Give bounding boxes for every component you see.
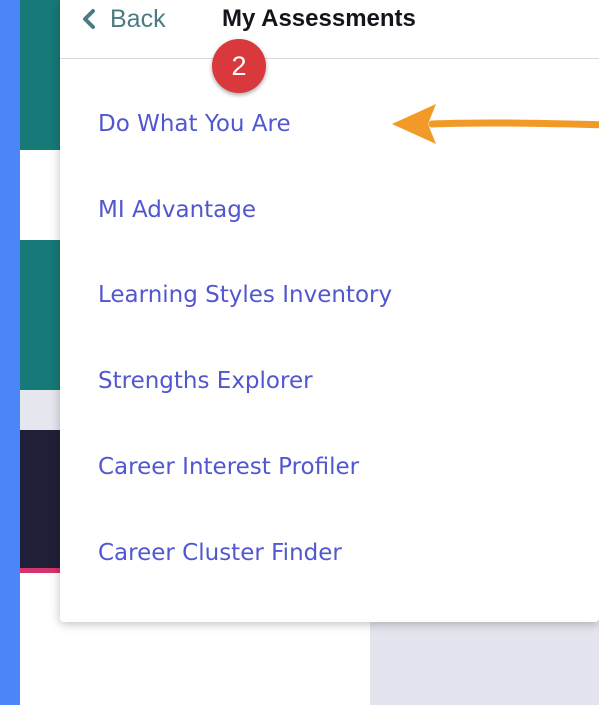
menu-item-do-what-you-are[interactable]: Do What You Are — [98, 107, 291, 141]
dropdown-header: Back My Assessments — [60, 0, 599, 59]
step-number-badge: 2 — [212, 39, 266, 93]
background-content-panel — [370, 620, 599, 705]
back-button[interactable]: Back — [82, 3, 166, 35]
menu-item-strengths-explorer[interactable]: Strengths Explorer — [98, 364, 313, 398]
page-title: My Assessments — [222, 5, 416, 32]
background-teal-panel — [20, 240, 64, 390]
app-window: Back My Assessments Do What You Are MI A… — [20, 0, 599, 705]
background-divider — [20, 390, 64, 430]
chevron-left-icon — [83, 9, 95, 29]
menu-item-career-interest-profiler[interactable]: Career Interest Profiler — [98, 450, 359, 484]
background-teal-panel — [20, 0, 64, 150]
orange-arrow-icon — [392, 104, 599, 144]
assessments-dropdown-menu: Back My Assessments Do What You Are MI A… — [60, 0, 599, 622]
menu-item-career-cluster-finder[interactable]: Career Cluster Finder — [98, 536, 342, 570]
background-accent-line — [20, 568, 64, 573]
back-label: Back — [110, 4, 166, 33]
menu-item-learning-styles-inventory[interactable]: Learning Styles Inventory — [98, 278, 392, 312]
menu-item-mi-advantage[interactable]: MI Advantage — [98, 193, 256, 227]
background-navy-panel — [20, 430, 64, 568]
